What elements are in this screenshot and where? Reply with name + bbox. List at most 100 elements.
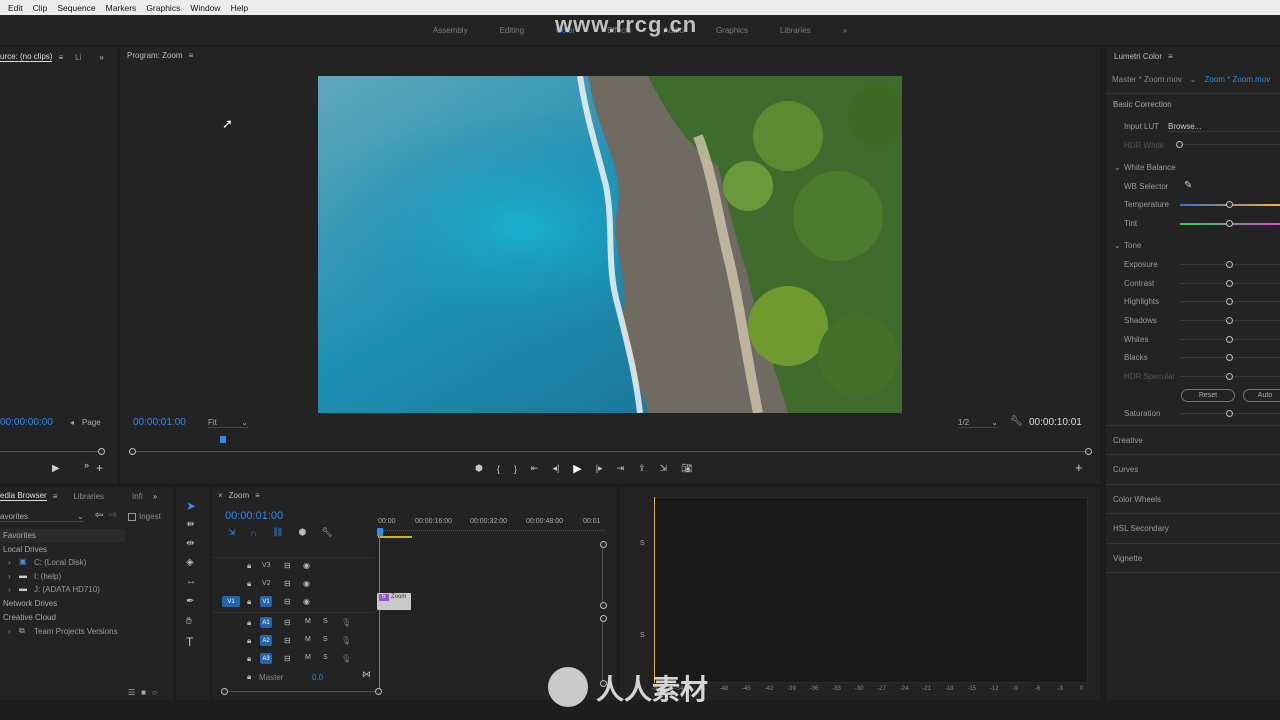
workspace-graphics[interactable]: Graphics [700,26,764,35]
whites-slider[interactable] [1226,336,1233,343]
menu-graphics[interactable]: Graphics [146,3,180,13]
curves-heading[interactable]: Curves [1113,465,1138,474]
solo-button[interactable]: S [323,654,328,661]
mute-button[interactable]: M [305,636,311,643]
go-to-out-icon[interactable]: ⇥ [617,463,625,474]
slip-tool-icon[interactable]: ↔ [186,576,196,587]
audio-track-scroll-top[interactable] [600,615,607,622]
eyedropper-icon[interactable]: ✎ [1184,180,1192,191]
vignette-heading[interactable]: Vignette [1113,554,1142,563]
extract-icon[interactable]: ⇲ [660,463,668,474]
drive-i[interactable]: I: (help) [34,572,61,581]
hsl-secondary-heading[interactable]: HSL Secondary [1113,524,1169,533]
list-view-icon[interactable]: ☰ [128,688,135,697]
reset-button[interactable]: Reset [1181,389,1235,402]
track-label-v3[interactable]: V3 [262,562,271,569]
program-tab-menu-icon[interactable]: ≡ [189,51,194,60]
media-overflow-icon[interactable]: » [153,492,157,501]
mic-icon[interactable]: 🎙︎ [341,618,351,627]
hdr-white-slider[interactable] [1176,141,1183,148]
selection-tool-icon[interactable]: ➤ [186,499,196,513]
workspace-libraries[interactable]: Libraries [764,26,827,35]
menu-window[interactable]: Window [190,3,220,13]
source-patch-v1[interactable]: V1 [222,596,240,607]
mic-icon[interactable]: 🎙︎ [341,636,351,645]
go-to-end-icon[interactable]: ⋈ [362,669,371,680]
timeline-tab[interactable]: Zoom [229,491,249,500]
source-add-icon[interactable]: + [96,461,103,475]
camera-icon[interactable]: 📷︎ [681,463,692,474]
contrast-slider[interactable] [1226,280,1233,287]
menu-help[interactable]: Help [231,3,248,13]
zoom-slider-icon[interactable]: ○ [152,688,157,697]
timeline-timecode[interactable]: 00:00:01:00 [225,510,283,522]
source-scrubber-end[interactable] [98,448,105,455]
forward-arrow-icon[interactable]: ⇨ [109,510,117,521]
media-browser-tab[interactable]: edia Browser [0,491,47,501]
media-location-dropdown[interactable]: avorites ⌄ [0,511,84,522]
sync-lock-icon[interactable]: ⊟ [284,579,291,588]
program-scrub-end[interactable] [1085,448,1092,455]
nest-sequence-icon[interactable]: ⇲ [228,527,236,538]
source-tab2[interactable]: Li [75,53,81,62]
program-fit-dropdown[interactable]: Fit ⌄ [208,417,248,428]
source-overflow-icon[interactable]: » [99,53,103,62]
tone-heading[interactable]: Tone [1124,241,1141,250]
creative-cloud-header[interactable]: Creative Cloud [3,613,56,622]
timeline-zoom-start[interactable] [221,688,228,695]
source-tab-menu-icon[interactable]: ≡ [58,53,63,62]
blacks-slider[interactable] [1226,354,1233,361]
solo-right-button[interactable]: S [640,632,645,639]
sync-lock-icon[interactable]: ⊟ [284,561,291,570]
menu-edit[interactable]: Edit [8,3,23,13]
snap-icon[interactable]: ∩ [251,528,257,538]
master-volume-value[interactable]: 0.0 [312,673,323,682]
exposure-slider[interactable] [1226,261,1233,268]
drive-j[interactable]: J: (ADATA HD710) [34,585,100,594]
menu-sequence[interactable]: Sequence [57,3,95,13]
timeline-settings-wrench-icon[interactable]: 🔧︎ [321,527,332,538]
track-label-v1[interactable]: V1 [260,596,272,607]
chevron-down-icon[interactable]: ⌄ [1114,241,1121,250]
eye-icon[interactable]: ◉ [303,579,310,588]
source-more-icon[interactable]: » [84,460,89,470]
expand-arrow-icon[interactable]: › [8,572,11,581]
timeline-playhead[interactable] [377,528,383,536]
program-tab[interactable]: Program: Zoom [127,51,183,60]
eye-icon[interactable]: ◉ [303,597,310,606]
program-video-frame[interactable] [318,76,902,413]
network-drives-header[interactable]: Network Drives [3,599,57,608]
track-label-a1[interactable]: A1 [260,617,272,628]
track-label-v2[interactable]: V2 [262,580,271,587]
wrench-icon[interactable]: 🔧︎ [1010,416,1023,427]
icon-view-icon[interactable]: ■ [141,688,146,697]
sync-lock-icon[interactable]: ⊟ [284,597,291,606]
ripple-edit-tool-icon[interactable]: ⇹ [186,538,194,549]
lumetri-active-clip[interactable]: Zoom * Zoom.mov [1205,75,1271,84]
chevron-down-icon[interactable]: ⌄ [1190,75,1197,84]
sync-lock-icon[interactable]: ⊟ [284,636,291,645]
ingest-checkbox[interactable] [128,512,136,521]
mark-out-icon[interactable]: } [514,464,517,474]
razor-tool-icon[interactable]: ◈ [186,557,194,568]
play-icon[interactable]: ▶ [573,462,581,475]
sync-lock-icon[interactable]: ⊟ [284,654,291,663]
white-balance-heading[interactable]: White Balance [1124,163,1176,172]
lift-icon[interactable]: ⇪ [638,463,646,474]
go-to-in-icon[interactable]: ⇤ [531,463,539,474]
input-lut-dropdown[interactable]: Browse... [1168,122,1280,132]
local-drives-header[interactable]: Local Drives [3,545,47,554]
mic-icon[interactable]: 🎙︎ [341,654,351,663]
tint-slider[interactable] [1226,220,1233,227]
workspace-assembly[interactable]: Assembly [417,26,484,35]
program-timecode[interactable]: 00:00:01:00 [133,417,186,428]
mute-button[interactable]: M [305,618,311,625]
expand-arrow-icon[interactable]: › [8,585,11,594]
timeline-menu-icon[interactable]: ≡ [255,491,260,500]
highlights-slider[interactable] [1226,298,1233,305]
lock-icon[interactable]: 🔒︎ [247,597,251,607]
color-wheels-heading[interactable]: Color Wheels [1113,495,1161,504]
hdr-specular-slider[interactable] [1226,373,1233,380]
back-arrow-icon[interactable]: ⇦ [95,510,103,521]
program-add-button-icon[interactable]: + [1075,460,1083,475]
